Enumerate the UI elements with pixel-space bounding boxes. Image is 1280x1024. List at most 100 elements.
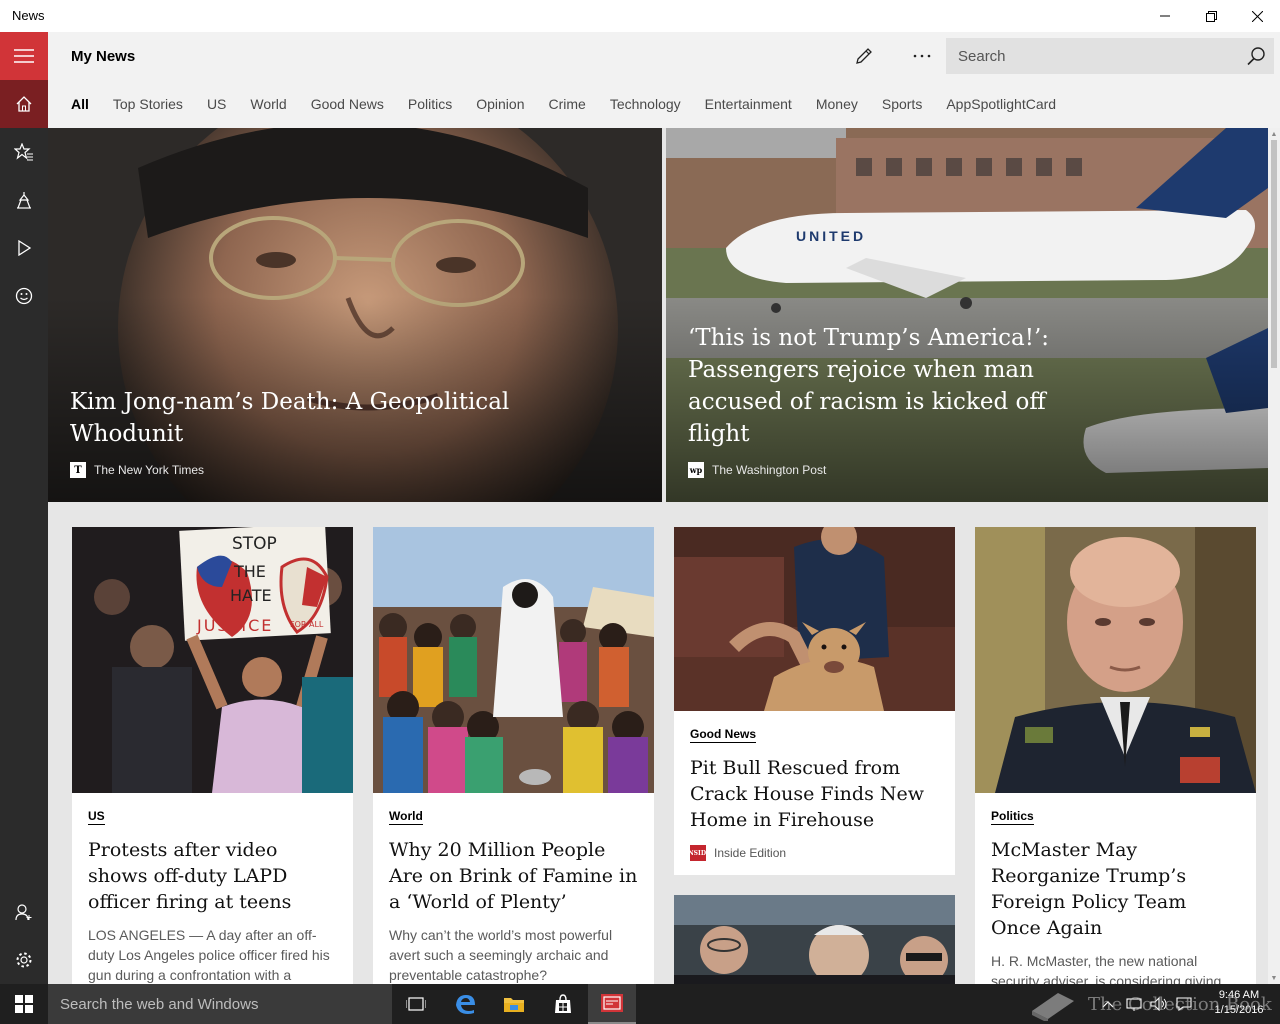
- story-summary: Why can’t the world’s most powerful aver…: [389, 927, 613, 983]
- story-headline: Pit Bull Rescued from Crack House Finds …: [690, 757, 925, 831]
- hero-story-card[interactable]: UNITED ‘This is not Trump’s America!’: P…: [666, 128, 1268, 502]
- source-name: Inside Edition: [714, 846, 787, 860]
- tab-money[interactable]: Money: [816, 96, 858, 116]
- rail-item-video[interactable]: [0, 224, 48, 272]
- title-bar: News: [0, 0, 1280, 32]
- story-card[interactable]: World Why 20 Million People Are on Brink…: [373, 527, 654, 984]
- windows-logo-icon: [15, 995, 33, 1013]
- close-button[interactable]: [1234, 0, 1280, 32]
- edge-button[interactable]: [441, 984, 489, 1024]
- rail-item-sports[interactable]: [0, 272, 48, 320]
- show-hidden-icons-icon[interactable]: [1100, 998, 1116, 1010]
- restore-button[interactable]: [1188, 0, 1234, 32]
- network-icon[interactable]: [1126, 997, 1142, 1011]
- hamburger-menu-button[interactable]: [0, 32, 48, 80]
- search-button[interactable]: [1244, 44, 1268, 68]
- scrollbar-thumb[interactable]: [1271, 140, 1277, 368]
- search-icon: [1247, 47, 1265, 66]
- pit-bull-photo: [674, 527, 955, 711]
- store-icon: [555, 994, 571, 1013]
- more-ellipsis-icon: [913, 54, 931, 58]
- tab-sports[interactable]: Sports: [882, 96, 922, 116]
- tab-entertainment[interactable]: Entertainment: [705, 96, 792, 116]
- hero-headline: Kim Jong-nam’s Death: A Geopolitical Who…: [70, 389, 510, 447]
- scroll-down-icon[interactable]: ▼: [1268, 972, 1280, 984]
- edge-browser-icon: [456, 995, 475, 1014]
- taskbar: 9:46 AM 1/15/2016: [0, 984, 1280, 1024]
- svg-text:FOR ALL: FOR ALL: [290, 620, 324, 629]
- source-name: The New York Times: [94, 463, 205, 477]
- edit-button[interactable]: [844, 42, 884, 70]
- rail-item-home[interactable]: [0, 80, 48, 128]
- category-label: Good News: [690, 727, 757, 743]
- video-play-icon: [18, 240, 31, 256]
- page-header: My News All Top Stories US World Good Ne…: [48, 32, 1280, 128]
- news-app-icon: [601, 994, 623, 1012]
- story-headline: Protests after video shows off-duty LAPD…: [88, 839, 292, 913]
- action-center-icon[interactable]: [1176, 997, 1192, 1011]
- sports-smile-icon: [15, 287, 33, 305]
- taskbar-search[interactable]: [48, 984, 392, 1024]
- tab-all[interactable]: All: [71, 96, 89, 116]
- task-view-button[interactable]: [392, 984, 440, 1024]
- story-card[interactable]: STOP THE HATE JUSTICE FOR ALL US Protest…: [72, 527, 353, 984]
- pencil-edit-icon: [856, 48, 872, 64]
- app-title: News: [12, 8, 45, 23]
- tab-crime[interactable]: Crime: [548, 96, 585, 116]
- source-name: The Washington Post: [712, 463, 827, 477]
- taskbar-search-input[interactable]: [48, 984, 392, 1024]
- category-tabs: All Top Stories US World Good News Polit…: [71, 96, 1080, 116]
- start-button[interactable]: [0, 984, 48, 1024]
- washington-post-logo-icon: wp: [688, 462, 704, 478]
- system-clock[interactable]: 9:46 AM 1/15/2016: [1206, 988, 1272, 1018]
- add-account-icon: [15, 904, 32, 921]
- famine-crowd-photo: [373, 527, 654, 793]
- rail-item-account[interactable]: [0, 888, 48, 936]
- store-button[interactable]: [539, 984, 587, 1024]
- tab-top-stories[interactable]: Top Stories: [113, 96, 183, 116]
- tab-us[interactable]: US: [207, 96, 226, 116]
- vertical-scrollbar[interactable]: ▲ ▼: [1268, 128, 1280, 984]
- hero-story-card[interactable]: Kim Jong-nam’s Death: A Geopolitical Who…: [48, 128, 662, 502]
- rail-item-settings[interactable]: [0, 936, 48, 984]
- search-input[interactable]: [946, 38, 1236, 74]
- svg-text:STOP: STOP: [232, 534, 277, 554]
- task-view-icon: [406, 997, 426, 1011]
- story-summary: H. R. McMaster, the new national securit…: [991, 953, 1222, 984]
- tab-technology[interactable]: Technology: [610, 96, 681, 116]
- search-box[interactable]: [946, 38, 1274, 74]
- category-label: US: [88, 809, 105, 825]
- news-app-button[interactable]: [588, 984, 636, 1024]
- minimize-button[interactable]: [1142, 0, 1188, 32]
- volume-icon[interactable]: [1150, 997, 1168, 1011]
- navigation-rail: [0, 32, 48, 984]
- press-crowd-photo: [674, 895, 955, 984]
- tab-opinion[interactable]: Opinion: [476, 96, 524, 116]
- story-headline: McMaster May Reorganize Trump’s Foreign …: [991, 839, 1187, 939]
- tab-good-news[interactable]: Good News: [311, 96, 384, 116]
- story-card[interactable]: Good News Pit Bull Rescued from Crack Ho…: [674, 527, 955, 875]
- svg-text:JUSTICE: JUSTICE: [196, 616, 273, 635]
- tab-world[interactable]: World: [250, 96, 286, 116]
- file-explorer-button[interactable]: [490, 984, 538, 1024]
- rail-item-local[interactable]: [0, 176, 48, 224]
- favorites-star-icon: [14, 143, 33, 161]
- scroll-up-icon[interactable]: ▲: [1268, 128, 1280, 140]
- inside-edition-logo-icon: INSIDE: [685, 845, 711, 861]
- clock-date: 1/15/2016: [1214, 1004, 1264, 1016]
- system-tray: [1100, 984, 1192, 1024]
- story-headline: Why 20 Million People Are on Brink of Fa…: [389, 839, 638, 913]
- story-card[interactable]: [674, 895, 955, 984]
- rail-item-interests[interactable]: [0, 128, 48, 176]
- clock-time: 9:46 AM: [1218, 989, 1260, 1001]
- file-explorer-icon: [504, 998, 524, 1012]
- close-icon: [1251, 10, 1263, 22]
- story-card[interactable]: Politics McMaster May Reorganize Trump’s…: [975, 527, 1256, 984]
- tab-politics[interactable]: Politics: [408, 96, 452, 116]
- more-options-button[interactable]: [902, 42, 942, 70]
- tab-app-spotlight[interactable]: AppSpotlightCard: [946, 96, 1056, 116]
- protest-photo: STOP THE HATE JUSTICE FOR ALL: [72, 527, 353, 793]
- minimize-icon: [1160, 15, 1170, 17]
- local-landmark-icon: [17, 192, 31, 209]
- svg-text:HATE: HATE: [230, 586, 272, 605]
